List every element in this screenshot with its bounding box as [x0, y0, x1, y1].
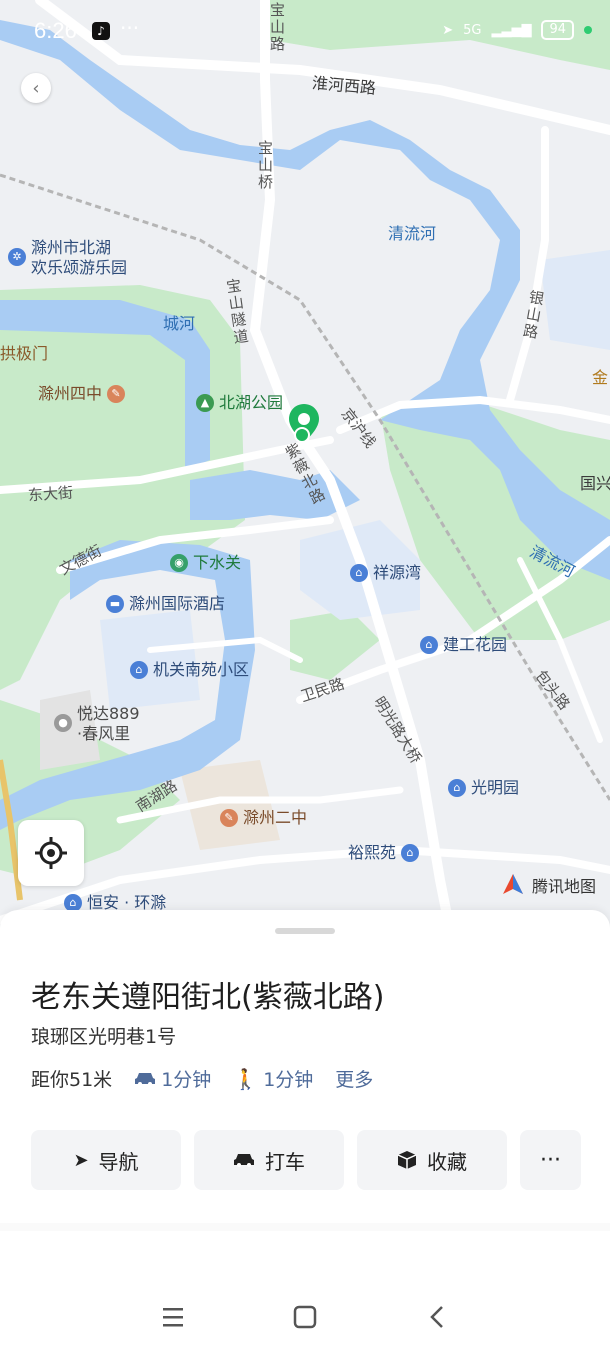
drive-time-label: 1分钟	[161, 1069, 212, 1091]
poi-chuzhou-no2[interactable]: ✎ 滁州二中	[220, 808, 307, 828]
action-row: ➤ 导航 打车 收藏 ···	[31, 1130, 581, 1190]
green-dot-icon	[584, 26, 592, 34]
poi-intl-hotel-label: 滁州国际酒店	[129, 594, 226, 613]
back-button[interactable]: ‹	[21, 73, 51, 103]
tencent-map-logo-icon	[502, 874, 523, 894]
place-meta: 距你51米 1分钟 🚶 1分钟 更多	[31, 1065, 373, 1092]
river-label-city: 城河	[163, 314, 196, 333]
more-dots-icon: ···	[120, 16, 140, 40]
status-bar: 6:26 ♪ ··· ➤ 5G ▂▃▅▇ 94	[0, 0, 610, 62]
home-icon: ⌂	[350, 564, 368, 582]
poi-jiangong-garden-label: 建工花园	[443, 635, 508, 654]
taxi-label: 打车	[265, 1149, 305, 1174]
menu-icon	[163, 1308, 183, 1327]
river-label-qingliu-1: 清流河	[388, 224, 437, 243]
location-pin-icon[interactable]	[287, 402, 321, 450]
place-address: 琅琊区光明巷1号	[31, 1026, 177, 1048]
poi-beihu-park-label: 北湖公园	[219, 393, 284, 412]
amusement-icon: ✲	[8, 248, 26, 266]
divider	[0, 1223, 610, 1231]
system-nav-bar	[0, 1290, 610, 1346]
more-actions-button[interactable]: ···	[520, 1130, 581, 1190]
tree-icon: ▲	[196, 394, 214, 412]
poi-xiangyuanwan-label: 祥源湾	[373, 563, 422, 582]
poi-amusement-label: 滁州市北湖 欢乐颂游乐园	[31, 238, 128, 277]
battery-indicator: 94	[541, 20, 574, 40]
car-icon	[135, 1072, 156, 1086]
home-button[interactable]	[290, 1302, 320, 1332]
screen: 淮河西路 宝山桥 宝山路 清流河 清流河 ✲ 滁州市北湖 欢乐颂游乐园 城河 宝…	[0, 0, 610, 1356]
navigate-label: 导航	[98, 1149, 139, 1174]
box-icon	[397, 1151, 417, 1169]
navigation-arrow-icon: ➤	[73, 1149, 89, 1171]
poi-beihu-park[interactable]: ▲ 北湖公园	[196, 393, 283, 413]
square-icon	[293, 1305, 317, 1329]
navigate-button[interactable]: ➤ 导航	[31, 1130, 181, 1190]
road-label-baoshan-bridge: 宝山桥	[258, 139, 274, 191]
poi-chuzhou-no4-label: 滁州四中	[38, 384, 103, 403]
location-arrow-icon: ➤	[442, 22, 454, 38]
poi-gold: 金	[592, 368, 608, 388]
bus-stop-icon: ◉	[170, 554, 188, 572]
road-label-dongda: 东大街	[27, 483, 74, 505]
home-icon: ⌂	[420, 636, 438, 654]
more-actions-label: ···	[540, 1147, 561, 1173]
tiktok-icon: ♪	[92, 22, 110, 40]
poi-xiashuiguan[interactable]: ◉ 下水关	[170, 553, 241, 573]
poi-chuzhou-no4[interactable]: 滁州四中 ✎	[38, 384, 126, 404]
poi-jiangong-garden[interactable]: ⌂ 建工花园	[420, 635, 507, 655]
crosshair-icon	[35, 837, 67, 869]
poi-jiguan-nanyuan[interactable]: ⌂ 机关南苑小区	[130, 660, 249, 680]
taxi-button[interactable]: 打车	[194, 1130, 344, 1190]
back-arrow-icon	[430, 1306, 443, 1328]
landmark-label-gongji-gate: 拱极门	[0, 344, 49, 363]
distance-label: 距你51米	[31, 1069, 113, 1091]
poi-yuxi-yuan[interactable]: 裕熙苑 ⌂	[348, 843, 420, 863]
poi-xiangyuanwan[interactable]: ⌂ 祥源湾	[350, 563, 421, 583]
chevron-left-icon: ‹	[32, 77, 40, 99]
home-icon: ⌂	[448, 779, 466, 797]
mall-icon: ●	[54, 714, 72, 732]
poi-label-guoxing: 国兴	[580, 474, 610, 493]
poi-xiashuiguan-label: 下水关	[193, 553, 242, 572]
favorite-button[interactable]: 收藏	[357, 1130, 507, 1190]
favorite-label: 收藏	[427, 1149, 467, 1174]
map-brand: 腾讯地图	[500, 872, 596, 898]
poi-gold-label: 金	[592, 368, 609, 387]
taxi-icon	[234, 1154, 254, 1167]
status-right: ➤ 5G ▂▃▅▇ 94	[442, 20, 592, 40]
drive-time[interactable]: 1分钟	[134, 1065, 211, 1092]
more-link[interactable]: 更多	[335, 1065, 373, 1092]
map-view[interactable]: 淮河西路 宝山桥 宝山路 清流河 清流河 ✲ 滁州市北湖 欢乐颂游乐园 城河 宝…	[0, 0, 610, 930]
back-nav-button[interactable]	[422, 1302, 452, 1332]
school-icon: ✎	[107, 385, 126, 403]
drag-handle[interactable]	[275, 928, 335, 934]
poi-intl-hotel[interactable]: ▬ 滁州国际酒店	[106, 594, 225, 614]
network-label: 5G	[463, 22, 482, 38]
poi-jiguan-nanyuan-label: 机关南苑小区	[153, 660, 250, 679]
status-time: 6:26	[34, 18, 77, 43]
locate-me-button[interactable]	[18, 820, 84, 886]
poi-amusement-park[interactable]: ✲ 滁州市北湖 欢乐颂游乐园	[8, 238, 127, 278]
walk-time-label: 1分钟	[263, 1069, 314, 1091]
home-icon: ⌂	[401, 844, 420, 862]
home-icon: ⌂	[130, 661, 148, 679]
poi-guangming-yuan-label: 光明园	[471, 778, 520, 797]
poi-guangming-yuan[interactable]: ⌂ 光明园	[448, 778, 519, 798]
school-icon: ✎	[220, 809, 238, 827]
recents-button[interactable]	[158, 1302, 188, 1332]
walk-icon: 🚶	[233, 1066, 259, 1091]
signal-icon: ▂▃▅▇	[491, 22, 532, 38]
poi-yuxi-yuan-label: 裕熙苑	[348, 843, 397, 862]
poi-yueda889-label: 悦达889 ·春风里	[77, 704, 140, 743]
poi-chuzhou-no2-label: 滁州二中	[243, 808, 308, 827]
walk-time[interactable]: 🚶 1分钟	[233, 1065, 313, 1092]
place-title: 老东关遵阳街北(紫薇北路)	[31, 980, 385, 1015]
poi-yueda889[interactable]: ● 悦达889 ·春风里	[54, 704, 140, 744]
map-brand-label: 腾讯地图	[531, 877, 596, 896]
hotel-icon: ▬	[106, 595, 124, 613]
